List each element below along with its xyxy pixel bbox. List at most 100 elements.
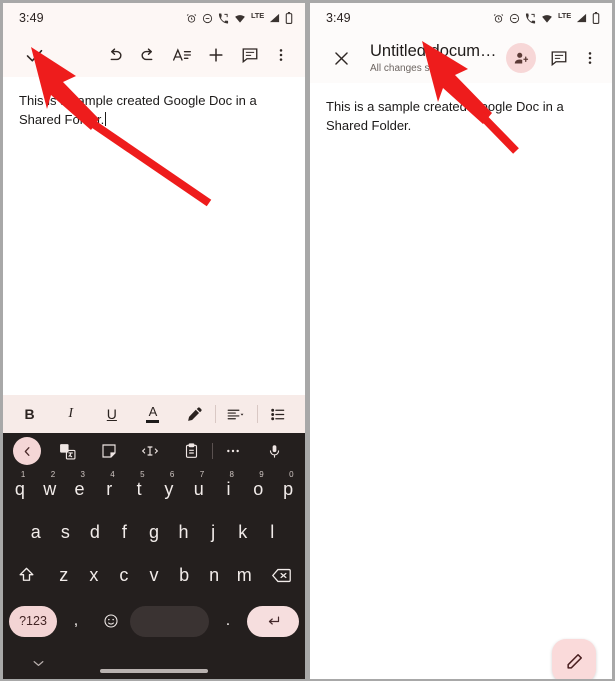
shift-icon[interactable] — [5, 555, 49, 595]
key-h[interactable]: h — [169, 512, 199, 552]
redo-icon[interactable] — [131, 38, 165, 72]
key-i[interactable]: 8i — [214, 469, 244, 509]
edit-pencil-icon[interactable] — [552, 639, 596, 679]
sticker-icon[interactable] — [88, 436, 129, 466]
key-hint: 2 — [50, 470, 56, 479]
screenshot-stage: 3:49 LTE This is a sample created Google… — [0, 0, 615, 681]
keyboard-toolbar: G — [3, 433, 305, 469]
text-color-button[interactable]: A — [132, 397, 173, 431]
comma-key[interactable]: , — [60, 606, 92, 637]
space-key[interactable] — [130, 605, 209, 637]
bulleted-list-icon[interactable] — [258, 397, 299, 431]
key-hint: 5 — [140, 470, 145, 479]
bold-button[interactable]: B — [9, 397, 50, 431]
key-g[interactable]: g — [139, 512, 169, 552]
lte-label: LTE — [250, 10, 264, 20]
gesture-bar[interactable] — [100, 669, 208, 673]
key-hint: 7 — [199, 470, 205, 479]
key-hint: 9 — [259, 470, 264, 479]
key-o[interactable]: 9o — [243, 469, 273, 509]
key-y[interactable]: 6y — [154, 469, 184, 509]
key-s[interactable]: s — [51, 512, 81, 552]
key-hint: 0 — [289, 470, 294, 479]
format-text-icon[interactable] — [165, 38, 199, 72]
add-icon[interactable] — [199, 38, 233, 72]
translate-icon[interactable]: G — [47, 436, 88, 466]
comment-icon[interactable] — [542, 41, 576, 75]
italic-button[interactable]: I — [50, 397, 91, 431]
alarm-icon — [493, 13, 504, 24]
numbers-key[interactable]: ?123 — [9, 605, 57, 637]
close-icon[interactable] — [324, 41, 358, 75]
key-v[interactable]: v — [139, 555, 169, 595]
battery-icon — [592, 12, 600, 24]
status-clock: 3:49 — [19, 11, 44, 25]
keyboard: G 1q 2 w 3 e 4 r 5 t 6 y 7 u 8 i 9 o 0 p… — [3, 433, 305, 679]
key-m[interactable]: m — [229, 555, 259, 595]
underline-button[interactable]: U — [91, 397, 132, 431]
text-color-icon: A — [146, 404, 160, 423]
confirm-check-button[interactable] — [17, 38, 51, 72]
text-color-letter: A — [148, 404, 158, 419]
status-icons: LTE — [493, 10, 600, 24]
add-person-icon[interactable] — [506, 43, 536, 73]
keyboard-bottom-bar — [3, 644, 305, 679]
underline-label: U — [106, 406, 117, 422]
key-p[interactable]: 0p — [273, 469, 303, 509]
text-color-swatch — [146, 420, 160, 423]
align-left-icon[interactable] — [216, 397, 257, 431]
do-not-disturb-icon — [509, 13, 520, 24]
backspace-icon[interactable] — [259, 555, 303, 595]
microphone-icon[interactable] — [254, 436, 295, 466]
left-document-body[interactable]: This is a sample created Google Doc in a… — [3, 77, 305, 395]
key-q[interactable]: 1q — [5, 469, 35, 509]
key-n[interactable]: n — [199, 555, 229, 595]
key-c[interactable]: c — [109, 555, 139, 595]
key-z[interactable]: z — [49, 555, 79, 595]
key-r[interactable]: 4r — [94, 469, 124, 509]
key-l[interactable]: l — [257, 512, 287, 552]
key-x[interactable]: x — [79, 555, 109, 595]
left-phone-screen: 3:49 LTE This is a sample created Google… — [3, 3, 305, 679]
emoji-icon[interactable] — [95, 606, 127, 637]
key-f[interactable]: f — [110, 512, 140, 552]
italic-label: I — [68, 406, 74, 421]
text-edit-icon[interactable] — [129, 436, 170, 466]
right-app-bar: Untitled docum… All changes saved — [310, 33, 612, 83]
status-icons: LTE — [186, 10, 293, 24]
overflow-menu-icon[interactable] — [267, 38, 295, 72]
keyboard-row-4: ?123 , . — [3, 598, 305, 644]
more-options-icon[interactable] — [213, 436, 254, 466]
key-w[interactable]: 2w — [35, 469, 65, 509]
key-k[interactable]: k — [228, 512, 258, 552]
back-chevron-icon[interactable] — [13, 437, 41, 465]
enter-icon[interactable] — [247, 605, 299, 637]
comment-icon[interactable] — [233, 38, 267, 72]
key-label: i — [226, 478, 231, 499]
wifi-icon — [541, 13, 553, 24]
key-e[interactable]: 3e — [65, 469, 95, 509]
highlighter-icon[interactable] — [174, 397, 215, 431]
key-label: o — [253, 478, 264, 499]
key-j[interactable]: j — [198, 512, 228, 552]
period-key[interactable]: . — [212, 606, 244, 637]
key-label: e — [74, 478, 85, 499]
key-d[interactable]: d — [80, 512, 110, 552]
document-text: This is a sample created Google Doc in a… — [19, 93, 257, 127]
key-b[interactable]: b — [169, 555, 199, 595]
battery-icon — [285, 12, 293, 24]
undo-icon[interactable] — [97, 38, 131, 72]
key-a[interactable]: a — [21, 512, 51, 552]
key-label: y — [164, 478, 174, 499]
overflow-menu-icon[interactable] — [576, 41, 604, 75]
key-hint: 3 — [80, 470, 85, 479]
key-u[interactable]: 7u — [184, 469, 214, 509]
right-document-body[interactable]: This is a sample created Google Doc in a… — [310, 83, 612, 649]
lte-label: LTE — [557, 10, 571, 20]
document-title-block[interactable]: Untitled docum… All changes saved — [358, 42, 506, 75]
key-hint: 6 — [169, 470, 175, 479]
clipboard-icon[interactable] — [171, 436, 212, 466]
key-t[interactable]: 5t — [124, 469, 154, 509]
keyboard-row-3: z x c v b n m — [3, 555, 305, 598]
hide-keyboard-icon[interactable] — [31, 658, 46, 669]
